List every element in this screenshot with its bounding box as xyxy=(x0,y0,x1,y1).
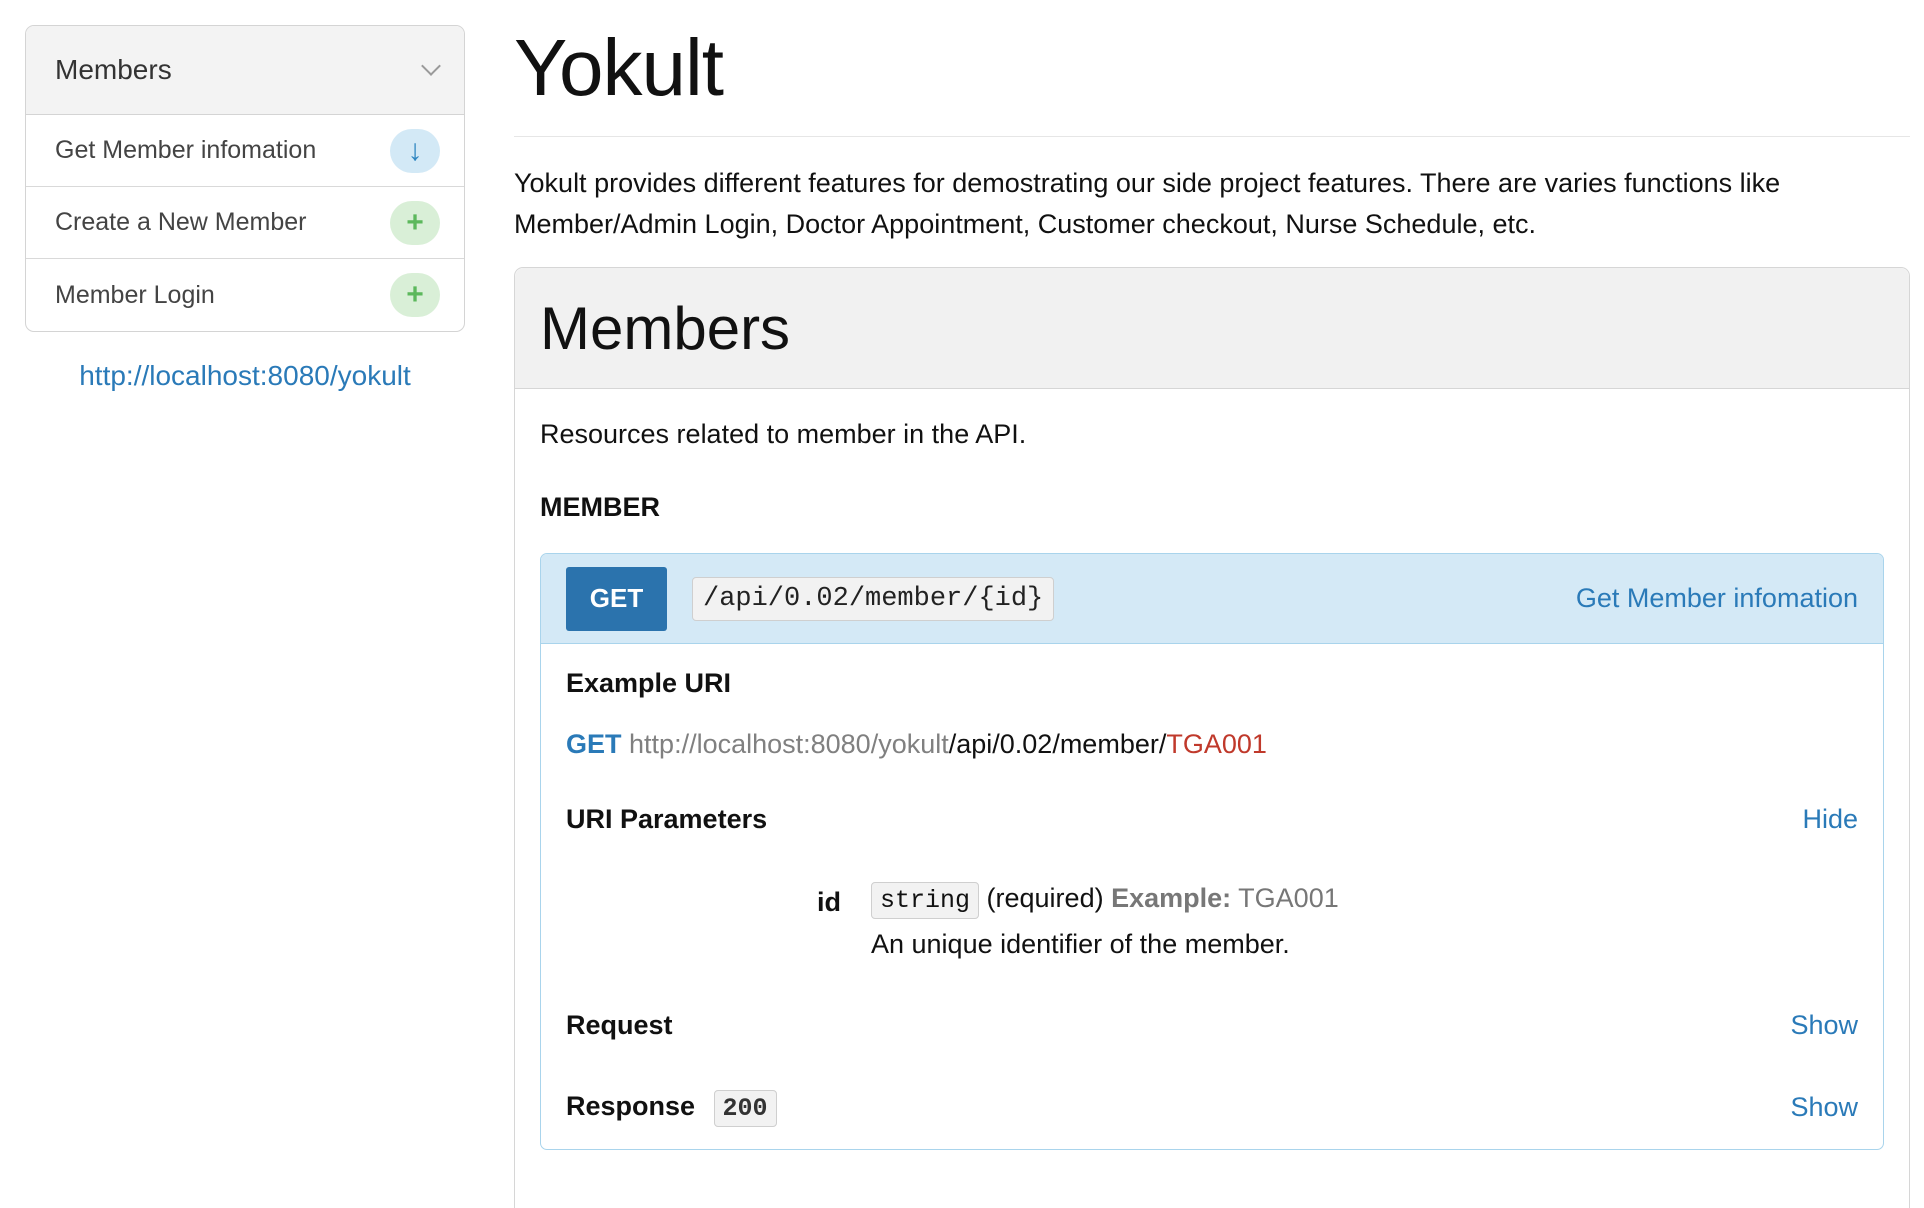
method-get-button[interactable]: GET xyxy=(566,566,667,631)
param-detail: string (required) Example: TGA001 An uni… xyxy=(871,882,1339,960)
nav-item-member-login[interactable]: Member Login + xyxy=(26,259,464,331)
resource-header: GET /api/0.02/member/{id} Get Member inf… xyxy=(541,554,1883,644)
main-content: Yokult Yokult provides different feature… xyxy=(514,0,1910,1208)
hide-parameters-link[interactable]: Hide xyxy=(1802,804,1858,835)
example-path: /api/0.02/member/ xyxy=(948,729,1167,759)
example-uri-heading: Example URI xyxy=(566,668,732,698)
show-response-link[interactable]: Show xyxy=(1790,1092,1858,1123)
nav-item-label: Create a New Member xyxy=(55,208,307,236)
resource-body: Example URI GET http://localhost:8080/yo… xyxy=(541,644,1883,1149)
title-divider xyxy=(514,136,1910,137)
example-host: http://localhost:8080/yokult xyxy=(629,729,949,759)
status-code-badge: 200 xyxy=(713,1090,777,1127)
example-param: TGA001 xyxy=(1166,729,1267,759)
example-uri: GET http://localhost:8080/yokult/api/0.0… xyxy=(566,729,1858,760)
response-heading: Response xyxy=(566,1091,696,1121)
intro-text: Yokult provides different features for d… xyxy=(514,168,1781,239)
plus-icon: + xyxy=(390,273,440,317)
request-row: Request Show xyxy=(566,1010,1858,1041)
show-request-link[interactable]: Show xyxy=(1790,1010,1858,1041)
plus-icon: + xyxy=(390,200,440,245)
section-body: Resources related to member in the API. … xyxy=(515,389,1909,1150)
request-heading: Request xyxy=(566,1010,673,1040)
nav-group-label: Members xyxy=(55,54,172,85)
nav-group-members[interactable]: Members xyxy=(26,26,464,115)
param-example-value: TGA001 xyxy=(1238,883,1339,913)
param-id: id string (required) Example: TGA001 An … xyxy=(566,882,1858,960)
param-name: id xyxy=(817,887,841,917)
group-label: MEMBER xyxy=(540,492,660,522)
members-section: Members Resources related to member in t… xyxy=(514,267,1910,1208)
nav-item-label: Member Login xyxy=(55,280,215,309)
section-description: Resources related to member in the API. xyxy=(540,419,1027,449)
response-row: Response 200 Show xyxy=(566,1090,1858,1127)
page-title: Yokult xyxy=(514,23,724,112)
uri-parameters-row: URI Parameters Hide xyxy=(566,804,1858,835)
nav-item-label: Get Member infomation xyxy=(55,136,317,164)
param-type: string xyxy=(871,882,980,919)
host-link[interactable]: http://localhost:8080/yokult xyxy=(25,360,465,392)
arrow-down-icon: ↓ xyxy=(390,128,440,173)
uri-parameters-heading: URI Parameters xyxy=(566,804,768,834)
nav-panel: Members Get Member infomation ↓ Create a… xyxy=(25,25,465,332)
param-example-label: Example: xyxy=(1111,883,1232,913)
sidebar: Members Get Member infomation ↓ Create a… xyxy=(25,25,465,392)
example-method: GET xyxy=(566,729,622,759)
resource-get-member: GET /api/0.02/member/{id} Get Member inf… xyxy=(540,553,1884,1150)
nav-item-get-member[interactable]: Get Member infomation ↓ xyxy=(26,115,464,187)
resource-name-link[interactable]: Get Member infomation xyxy=(1576,583,1858,614)
chevron-down-icon[interactable] xyxy=(421,56,441,76)
param-description: An unique identifier of the member. xyxy=(871,929,1290,959)
nav-item-create-member[interactable]: Create a New Member + xyxy=(26,187,464,259)
param-required: (required) xyxy=(986,883,1104,913)
section-title: Members xyxy=(515,268,1909,389)
uri-template: /api/0.02/member/{id} xyxy=(692,576,1055,621)
